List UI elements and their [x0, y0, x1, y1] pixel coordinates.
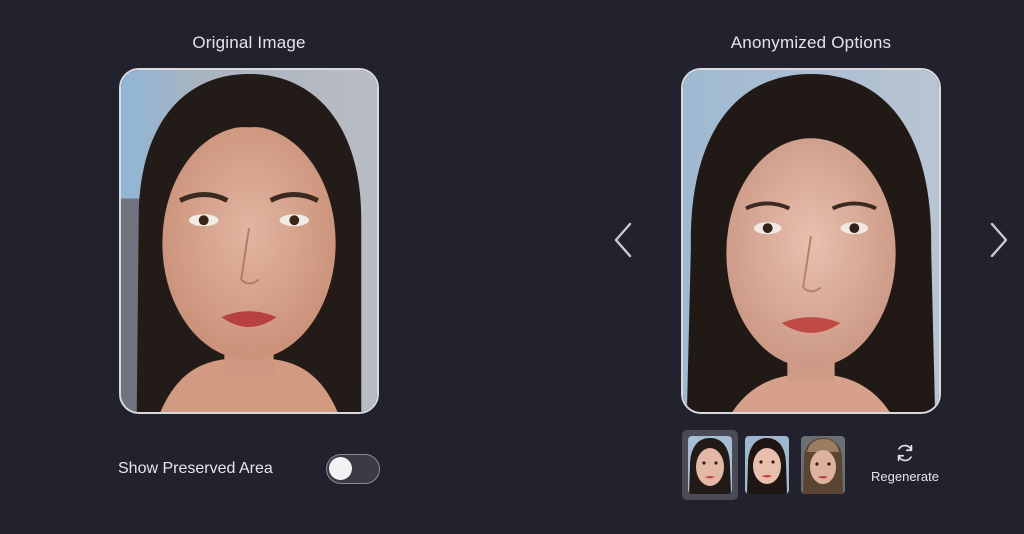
original-image — [119, 68, 379, 414]
original-portrait — [121, 70, 377, 412]
variant-thumbnail-1[interactable] — [688, 436, 732, 494]
next-option-button[interactable] — [984, 220, 1012, 260]
variant-thumbnail-3[interactable] — [801, 436, 845, 494]
anonymized-portrait — [683, 70, 939, 412]
refresh-icon — [897, 444, 913, 462]
previous-option-button[interactable] — [610, 220, 638, 260]
show-preserved-area-toggle[interactable] — [326, 454, 380, 484]
anonymized-options-title: Anonymized Options — [730, 33, 892, 52]
chevron-right-icon — [990, 222, 1008, 258]
variant-thumbnail-2[interactable] — [745, 436, 789, 494]
original-image-title: Original Image — [192, 33, 306, 52]
variant-portrait-1 — [688, 436, 732, 494]
regenerate-label: Regenerate — [871, 469, 939, 484]
anonymizer-workspace: Original Image Anonymized Options Show P… — [0, 0, 1024, 534]
variant-portrait-3 — [801, 436, 845, 494]
regenerate-button[interactable]: Regenerate — [866, 442, 944, 486]
toggle-knob — [329, 457, 352, 480]
show-preserved-area-label: Show Preserved Area — [118, 460, 273, 477]
chevron-left-icon — [614, 222, 632, 258]
variant-portrait-2 — [745, 436, 789, 494]
anonymized-image — [681, 68, 941, 414]
